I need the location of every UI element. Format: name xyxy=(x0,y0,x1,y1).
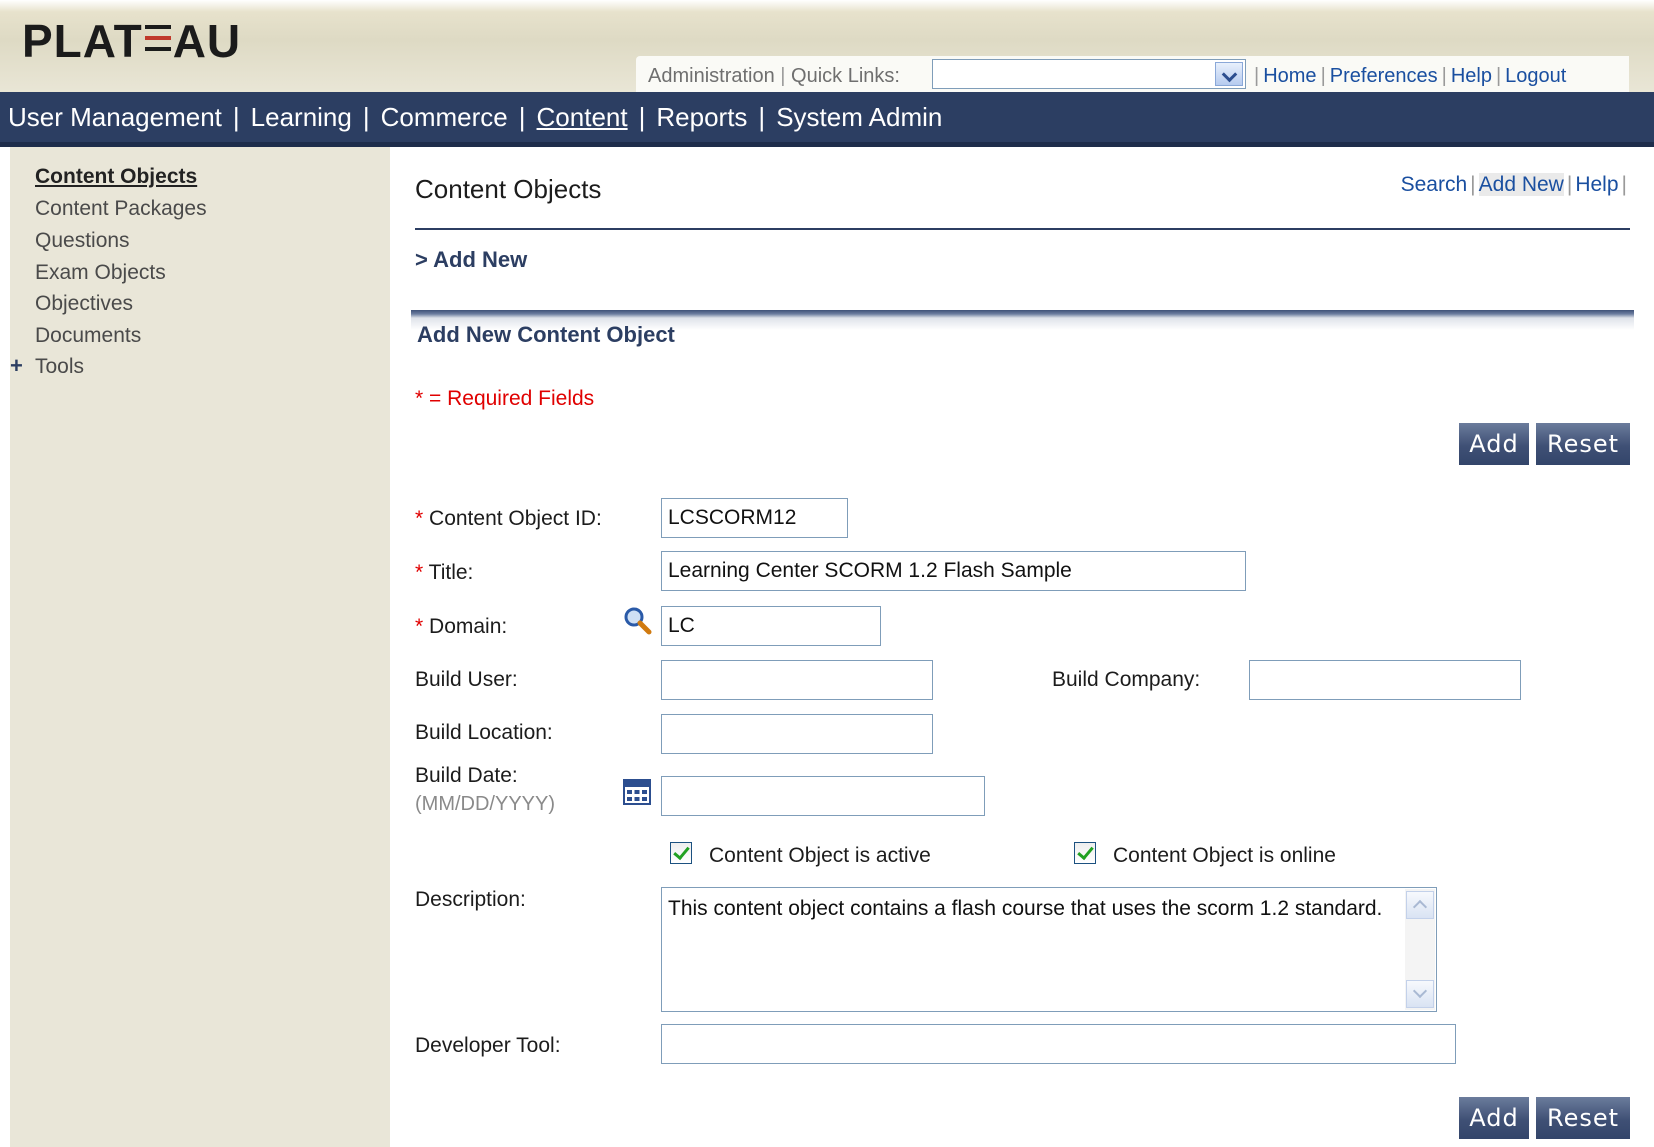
sidebar-item-content-packages[interactable]: Content Packages xyxy=(35,197,207,221)
separator: | xyxy=(1470,173,1476,196)
required-fields-note: * = Required Fields xyxy=(415,387,595,410)
active-checkbox[interactable] xyxy=(670,842,692,864)
required-marker: * xyxy=(415,507,424,530)
reset-button-top[interactable]: Reset xyxy=(1536,423,1630,465)
sidebar-item-objectives[interactable]: Objectives xyxy=(35,292,133,316)
add-button-bottom[interactable]: Add xyxy=(1459,1097,1529,1139)
build-date-input[interactable] xyxy=(661,776,985,816)
separator: | xyxy=(1254,65,1260,87)
separator: | xyxy=(1495,65,1502,87)
sidebar-item-questions[interactable]: Questions xyxy=(35,229,130,253)
breadcrumb: > Add New xyxy=(415,247,528,272)
separator: | xyxy=(362,102,370,132)
expand-plus-icon[interactable]: + xyxy=(10,353,23,379)
quick-links-label: Quick Links: xyxy=(791,65,900,87)
sidebar-item-content-objects[interactable]: Content Objects xyxy=(35,165,197,189)
help-action-link[interactable]: Help xyxy=(1575,173,1618,196)
sidebar: Content Objects Content Packages Questio… xyxy=(10,147,390,1147)
quick-links-select[interactable] xyxy=(932,59,1246,89)
build-date-label: Build Date: xyxy=(415,764,518,787)
add-button-top[interactable]: Add xyxy=(1459,423,1529,465)
domain-label: * Domain: xyxy=(415,615,508,638)
title-input[interactable]: Learning Center SCORM 1.2 Flash Sample xyxy=(661,551,1246,591)
required-marker: * xyxy=(415,615,424,638)
separator: | xyxy=(1320,65,1326,87)
home-link[interactable]: Home xyxy=(1263,65,1316,87)
nav-user-management[interactable]: User Management xyxy=(8,102,222,132)
nav-commerce[interactable]: Commerce xyxy=(381,102,508,132)
title-label: * Title: xyxy=(415,561,474,584)
separator: | xyxy=(638,102,646,132)
required-marker: * xyxy=(415,561,424,584)
sidebar-item-exam-objects[interactable]: Exam Objects xyxy=(35,261,166,285)
reset-button-bottom[interactable]: Reset xyxy=(1536,1097,1630,1139)
section-title: Add New Content Object xyxy=(417,322,675,347)
administration-link[interactable]: Administration xyxy=(648,65,775,87)
nav-learning[interactable]: Learning xyxy=(251,102,352,132)
scroll-up-icon[interactable] xyxy=(1406,891,1434,919)
active-checkbox-label: Content Object is active xyxy=(709,844,931,867)
search-icon[interactable] xyxy=(622,605,652,635)
add-new-action-link[interactable]: Add New xyxy=(1478,173,1564,196)
build-location-input[interactable] xyxy=(661,714,933,754)
sidebar-item-documents[interactable]: Documents xyxy=(35,324,141,348)
description-text: This content object contains a flash cou… xyxy=(668,897,1383,920)
nav-content[interactable]: Content xyxy=(537,102,628,132)
search-action-link[interactable]: Search xyxy=(1401,173,1468,196)
main-nav-items: User Management | Learning | Commerce | Conten… xyxy=(8,102,942,133)
nav-reports[interactable]: Reports xyxy=(656,102,747,132)
help-link[interactable]: Help xyxy=(1451,65,1492,87)
online-checkbox-label: Content Object is online xyxy=(1113,844,1336,867)
page-title: Content Objects xyxy=(415,174,602,204)
title-divider xyxy=(415,228,1630,230)
separator: | xyxy=(518,102,526,132)
build-location-label: Build Location: xyxy=(415,721,553,744)
content-object-id-input[interactable]: LCSCORM12 xyxy=(661,498,848,538)
nav-system-admin[interactable]: System Admin xyxy=(776,102,942,132)
scroll-down-icon[interactable] xyxy=(1406,980,1434,1008)
description-label: Description: xyxy=(415,888,526,911)
developer-tool-label: Developer Tool: xyxy=(415,1034,561,1057)
build-company-input[interactable] xyxy=(1249,660,1521,700)
description-textarea[interactable]: This content object contains a flash cou… xyxy=(661,887,1437,1012)
logout-link[interactable]: Logout xyxy=(1505,65,1566,87)
calendar-icon[interactable] xyxy=(623,779,651,805)
plateau-logo: PLATEAU xyxy=(22,14,241,68)
main-nav: User Management | Learning | Commerce | Conten… xyxy=(0,92,1654,147)
header: PLATEAU Administration | Quick Links: |H… xyxy=(0,0,1654,92)
separator: | xyxy=(758,102,766,132)
sidebar-item-tools[interactable]: Tools xyxy=(35,355,84,379)
admin-quicklinks: Administration | Quick Links: xyxy=(648,65,900,88)
logo-prefix: PLAT xyxy=(22,15,143,67)
separator: | xyxy=(1441,65,1447,87)
build-date-format-hint: (MM/DD/YYYY) xyxy=(415,793,555,815)
chevron-down-icon[interactable] xyxy=(1215,62,1243,86)
page-actions: Search | Add New | Help | xyxy=(1401,173,1630,197)
preferences-link[interactable]: Preferences xyxy=(1330,65,1438,87)
separator: | xyxy=(232,102,240,132)
domain-input[interactable]: LC xyxy=(661,606,881,646)
online-checkbox[interactable] xyxy=(1074,842,1096,864)
build-user-input[interactable] xyxy=(661,660,933,700)
build-company-label: Build Company: xyxy=(1052,668,1201,691)
logo-e-glyph: E xyxy=(143,14,173,68)
separator: | xyxy=(1621,173,1627,196)
utility-links: | Home | Preferences | Help | Logout xyxy=(1250,65,1566,88)
developer-tool-input[interactable] xyxy=(661,1024,1456,1064)
content-object-id-label: * Content Object ID: xyxy=(415,507,602,530)
top-links-bar: Administration | Quick Links: | Home | Pref… xyxy=(636,56,1629,92)
logo-suffix: AU xyxy=(172,15,242,67)
description-scrollbar[interactable] xyxy=(1405,889,1435,1010)
separator: | xyxy=(780,65,786,87)
build-user-label: Build User: xyxy=(415,668,518,691)
separator: | xyxy=(1566,173,1573,196)
